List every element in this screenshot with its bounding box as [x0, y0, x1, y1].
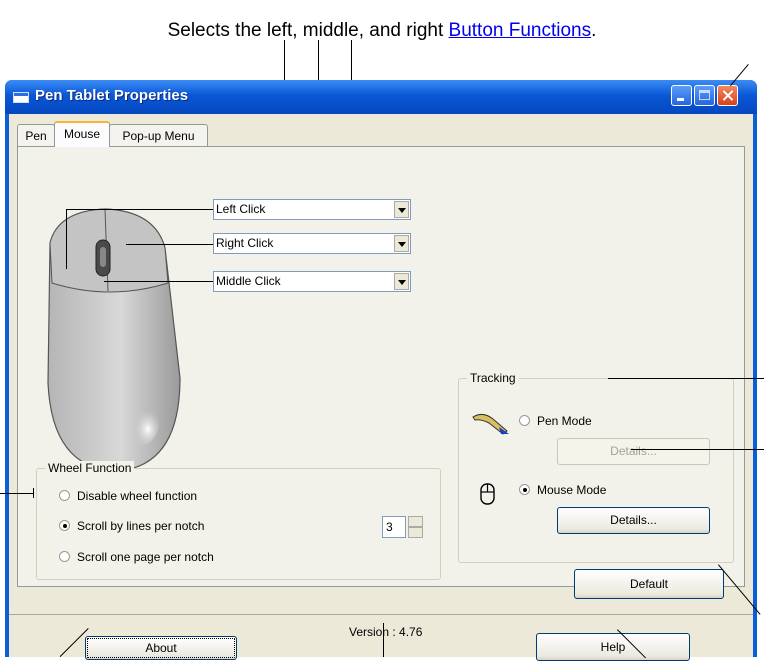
- left-button-value: Left Click: [216, 202, 266, 216]
- chevron-down-icon[interactable]: [394, 201, 409, 218]
- title-bar[interactable]: Pen Tablet Properties: [5, 80, 757, 114]
- dialog-client: Pen Mouse Pop-up Menu Left Click Right C…: [9, 114, 753, 661]
- tracking-group-label: Tracking: [467, 371, 519, 385]
- caption: Selects the left, middle, and right Butt…: [0, 20, 764, 42]
- spin-down-icon[interactable]: [408, 527, 423, 538]
- right-button-dropdown[interactable]: Right Click: [213, 233, 411, 254]
- pen-details-button[interactable]: Details...: [557, 438, 710, 465]
- callout-wheel-vert: [33, 488, 34, 498]
- pen-tablet-properties-window: Pen Tablet Properties Pen Mouse Pop-up M…: [5, 80, 757, 661]
- about-button[interactable]: About: [85, 636, 237, 660]
- middle-button-dropdown[interactable]: Middle Click: [213, 271, 411, 292]
- tracking-group: Tracking Pen Mode Details... Mouse Mode …: [458, 371, 734, 563]
- caption-suffix: .: [591, 20, 597, 41]
- scroll-lines-radio-dot[interactable]: [59, 520, 70, 531]
- scroll-lines-label: Scroll by lines per notch: [77, 519, 205, 533]
- minimize-button[interactable]: [671, 85, 692, 106]
- wheel-function-group: Wheel Function Disable wheel function Sc…: [36, 461, 441, 580]
- button-functions-link[interactable]: Button Functions: [449, 20, 592, 41]
- window-title: Pen Tablet Properties: [35, 87, 189, 104]
- left-button-pointer: [66, 209, 213, 210]
- close-button[interactable]: [717, 85, 738, 106]
- disable-wheel-radio-dot[interactable]: [59, 490, 70, 501]
- lines-per-notch-value[interactable]: 3: [382, 516, 406, 538]
- wheel-function-label: Wheel Function: [45, 461, 135, 475]
- mouse-mode-radio-dot[interactable]: [519, 484, 530, 495]
- callout-wheel: [0, 493, 34, 494]
- default-button[interactable]: Default: [574, 569, 724, 599]
- callout-version: [383, 623, 384, 657]
- right-button-pointer: [126, 244, 213, 245]
- left-button-pointer-drop: [66, 209, 67, 269]
- mouse-mode-label: Mouse Mode: [537, 483, 607, 497]
- tab-mouse[interactable]: Mouse: [54, 121, 110, 147]
- maximize-button[interactable]: [694, 85, 715, 106]
- spin-up-icon[interactable]: [408, 516, 423, 527]
- scroll-page-radio-dot[interactable]: [59, 551, 70, 562]
- mouse-tab-panel: Left Click Right Click Middle Click Trac…: [17, 146, 745, 599]
- middle-button-pointer: [104, 281, 213, 282]
- right-button-value: Right Click: [216, 236, 274, 250]
- tab-popup-menu[interactable]: Pop-up Menu: [109, 124, 208, 146]
- version-text: Version : 4.76: [349, 625, 423, 639]
- pen-mode-label: Pen Mode: [537, 414, 592, 428]
- callout-pen-mode: [608, 378, 764, 379]
- disable-wheel-label: Disable wheel function: [77, 489, 198, 503]
- footer-separator: [9, 614, 753, 615]
- pen-icon: [472, 413, 509, 435]
- pen-mode-radio-dot[interactable]: [519, 415, 530, 426]
- callout-mouse-mode: [631, 449, 764, 450]
- caption-prefix: Selects the left, middle, and right: [167, 20, 449, 41]
- lines-per-notch-spinner[interactable]: 3: [382, 516, 424, 538]
- mouse-icon: [480, 483, 495, 505]
- chevron-down-icon[interactable]: [394, 273, 409, 290]
- chevron-down-icon[interactable]: [394, 235, 409, 252]
- window-icon: [13, 92, 29, 103]
- left-button-dropdown[interactable]: Left Click: [213, 199, 411, 220]
- mouse-details-button[interactable]: Details...: [557, 507, 710, 534]
- scroll-page-label: Scroll one page per notch: [77, 550, 214, 564]
- tab-pen[interactable]: Pen: [17, 124, 55, 146]
- middle-button-value: Middle Click: [216, 274, 281, 288]
